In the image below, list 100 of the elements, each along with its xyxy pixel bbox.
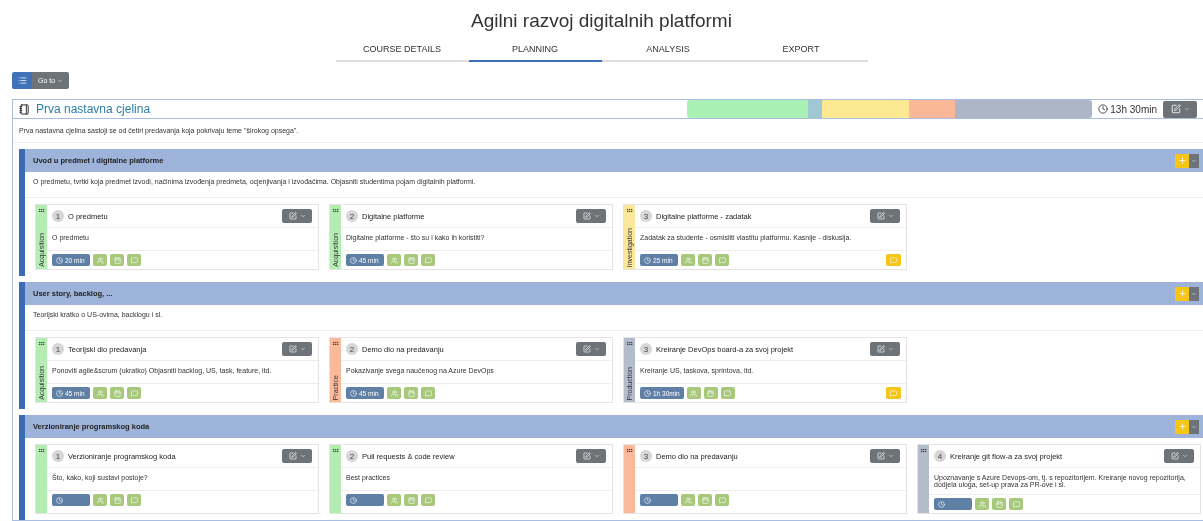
total-duration: 13h 30min	[1098, 103, 1157, 115]
calendar-icon	[707, 389, 715, 397]
people-icon	[684, 256, 692, 264]
calendar-icon	[113, 496, 121, 504]
group-button[interactable]	[681, 494, 695, 506]
caret-icon	[57, 77, 64, 84]
tab[interactable]: PLANNING	[468, 40, 602, 62]
clock-icon	[56, 496, 63, 504]
group-button[interactable]	[93, 387, 107, 399]
group-button[interactable]	[686, 387, 701, 399]
caret-icon	[1191, 290, 1197, 297]
calendar-button[interactable]	[703, 387, 718, 399]
chat-icon	[718, 496, 726, 504]
clock-icon	[350, 389, 357, 397]
drag-handle-icon	[332, 447, 339, 454]
activity-number: 3	[640, 343, 652, 355]
comment-button[interactable]	[886, 254, 901, 266]
chat-button[interactable]	[421, 494, 435, 506]
caret-icon	[887, 346, 894, 352]
calendar-button[interactable]	[698, 494, 712, 506]
chat-icon	[130, 256, 138, 264]
tab[interactable]: ANALYSIS	[601, 40, 735, 62]
comment-button[interactable]	[886, 387, 901, 399]
clock-icon	[56, 389, 63, 397]
chat-icon	[424, 496, 432, 504]
edit-dropdown-button[interactable]	[870, 342, 900, 356]
activity-number: 2	[346, 210, 358, 222]
edit-icon	[288, 452, 297, 460]
chat-button[interactable]	[720, 387, 735, 399]
edit-dropdown-button[interactable]	[576, 342, 606, 356]
people-icon	[96, 496, 104, 504]
group-button[interactable]	[387, 494, 401, 506]
chat-button[interactable]	[1009, 498, 1023, 510]
edit-dropdown-button[interactable]	[282, 449, 312, 463]
group-button[interactable]	[975, 498, 989, 510]
calendar-button[interactable]	[698, 254, 712, 266]
activity-number: 1	[52, 450, 64, 462]
caret-icon	[1191, 423, 1197, 430]
section-dropdown-button[interactable]	[1189, 153, 1199, 168]
calendar-button[interactable]	[110, 254, 124, 266]
menu-button[interactable]	[12, 72, 32, 89]
tab[interactable]: COURSE DETAILS	[335, 40, 469, 62]
caret-icon	[299, 453, 306, 459]
clock-icon	[644, 256, 651, 264]
calendar-button[interactable]	[404, 494, 418, 506]
edit-dropdown-button[interactable]	[576, 209, 606, 223]
edit-dropdown-button[interactable]	[870, 209, 900, 223]
calendar-icon	[407, 389, 415, 397]
calendar-button[interactable]	[404, 254, 418, 266]
chat-button[interactable]	[127, 387, 141, 399]
edit-icon	[582, 452, 591, 460]
group-button[interactable]	[681, 254, 695, 266]
chat-icon	[424, 256, 432, 264]
comment-icon	[890, 256, 897, 264]
edit-dropdown-button[interactable]	[282, 342, 312, 356]
edit-icon	[876, 345, 885, 353]
calendar-button[interactable]	[404, 387, 418, 399]
group-button[interactable]	[387, 387, 401, 399]
caret-icon	[593, 213, 600, 219]
edit-dropdown-button[interactable]	[1164, 449, 1194, 463]
page-title: Agilni razvoj digitalnih platformi	[470, 10, 733, 32]
chat-icon	[424, 389, 432, 397]
chat-icon	[724, 389, 732, 397]
drag-handle-icon	[38, 207, 45, 214]
comment-icon	[890, 389, 897, 397]
edit-dropdown-button[interactable]	[870, 449, 900, 463]
chat-button[interactable]	[715, 494, 729, 506]
drag-handle-icon	[38, 340, 45, 347]
clock-icon	[644, 389, 651, 397]
clock-icon	[644, 496, 651, 504]
calendar-button[interactable]	[992, 498, 1006, 510]
chat-button[interactable]	[421, 387, 435, 399]
group-button[interactable]	[93, 494, 107, 506]
chat-button[interactable]	[715, 254, 729, 266]
clock-icon	[56, 256, 63, 264]
people-icon	[96, 389, 104, 397]
activity-number: 3	[640, 450, 652, 462]
edit-dropdown-button[interactable]	[1163, 100, 1197, 118]
edit-dropdown-button[interactable]	[282, 209, 312, 223]
edit-dropdown-button[interactable]	[576, 449, 606, 463]
chat-button[interactable]	[421, 254, 435, 266]
chat-button[interactable]	[127, 494, 141, 506]
calendar-button[interactable]	[110, 494, 124, 506]
chat-button[interactable]	[127, 254, 141, 266]
section-dropdown-button[interactable]	[1189, 419, 1199, 434]
plus-icon	[1177, 422, 1187, 431]
add-button[interactable]	[1175, 419, 1189, 434]
book-icon	[19, 103, 30, 115]
group-button[interactable]	[387, 254, 401, 266]
people-icon	[390, 256, 398, 264]
calendar-button[interactable]	[110, 387, 124, 399]
section-dropdown-button[interactable]	[1189, 286, 1199, 301]
edit-icon	[876, 212, 885, 220]
caret-icon	[1183, 106, 1190, 112]
group-button[interactable]	[93, 254, 107, 266]
add-button[interactable]	[1175, 286, 1189, 301]
edit-icon	[288, 212, 297, 220]
caret-icon	[887, 453, 894, 459]
tab[interactable]: EXPORT	[734, 40, 868, 62]
add-button[interactable]	[1175, 153, 1189, 168]
